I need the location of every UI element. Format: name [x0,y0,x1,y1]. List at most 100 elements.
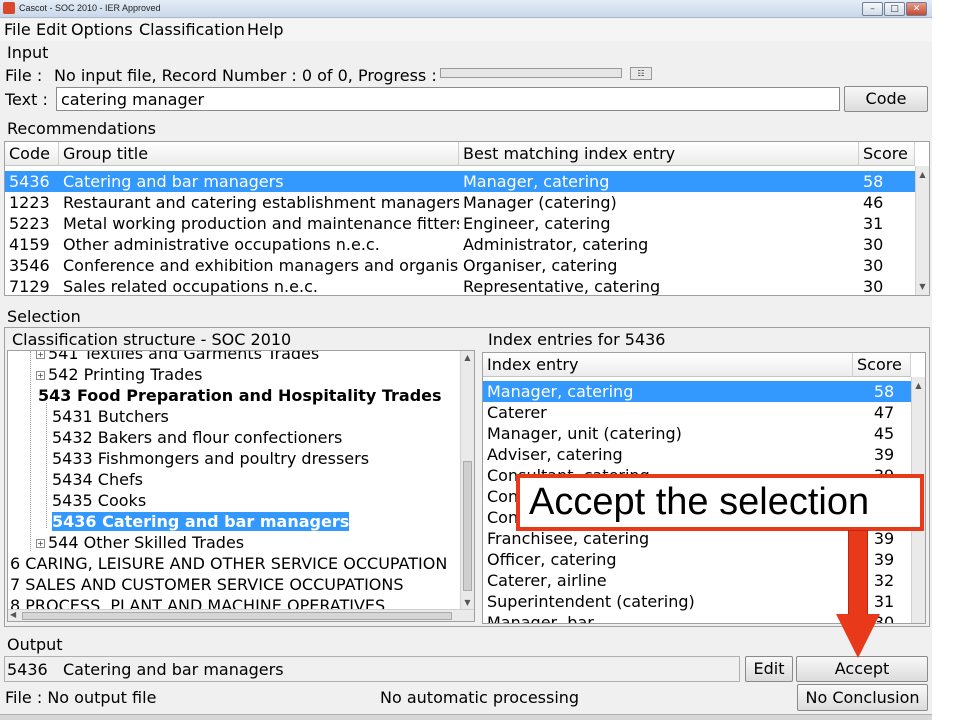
progress-bar [440,68,622,78]
recommendations-header: Code Group title Best matching index ent… [5,142,915,166]
list-item[interactable]: Officer, catering 39 [483,549,911,570]
scroll-down-icon[interactable]: ▼ [461,598,474,607]
col-best-match[interactable]: Best matching index entry [459,142,859,166]
expand-icon[interactable]: + [36,539,45,548]
tree-node[interactable]: 5431 Butchers [52,406,169,427]
list-item[interactable]: Franchisee, catering 39 [483,528,911,549]
col-index-score[interactable]: Score [853,353,911,377]
output-field: 5436 Catering and bar managers [4,656,740,682]
recommendations-table: Code Group title Best matching index ent… [4,141,930,296]
recommendations-scrollbar[interactable]: ▲ ▼ [915,166,929,295]
row-title: Metal working production and maintenance… [63,214,459,233]
col-group-title[interactable]: Group title [59,142,459,166]
col-code[interactable]: Code [5,142,59,166]
table-row[interactable]: 3546 Conference and exhibition managers a… [5,255,915,276]
window-title: Cascot - SOC 2010 - IER Approved [19,3,161,13]
tree-hscrollbar[interactable]: ◀ [8,609,474,621]
close-button[interactable]: ✕ [906,2,927,16]
row-title: Restaurant and catering establishment ma… [63,193,459,212]
tree-node-label: 544 Other Skilled Trades [48,533,245,552]
tree-node-label: 5431 Butchers [52,407,169,426]
menu-options[interactable]: Options [71,20,133,39]
list-item[interactable]: Caterer, airline 32 [483,570,911,591]
tree-connector [46,403,47,528]
tree-hscroll-thumb[interactable] [22,612,452,620]
table-row[interactable]: 4159 Other administrative occupations n.e… [5,234,915,255]
minimize-button[interactable]: – [862,2,883,16]
index-entry: Superintendent (catering) [487,592,695,611]
tree-node[interactable]: +544 Other Skilled Trades [36,532,244,553]
output-title: Catering and bar managers [63,660,284,679]
list-item[interactable]: Manager, unit (catering) 45 [483,423,911,444]
code-button[interactable]: Code [844,86,928,112]
scroll-down-icon[interactable]: ▼ [916,282,929,291]
tree-node[interactable]: +542 Printing Trades [36,364,202,385]
tree-connector [30,351,31,551]
tree-vscrollbar[interactable]: ▲ ▼ [460,351,474,609]
index-score: 58 [873,382,895,401]
maximize-button[interactable]: □ [884,2,905,16]
menu-file[interactable]: File [4,20,31,39]
expand-icon[interactable]: + [36,351,45,359]
menu-bar: File Edit Options Classification Help [0,19,932,41]
tree-node[interactable]: +541 Textiles and Garments Trades [36,351,319,364]
col-index-entry[interactable]: Index entry [483,353,853,377]
app-window: Cascot - SOC 2010 - IER Approved – □ ✕ F… [0,0,932,720]
edit-button[interactable]: Edit [745,656,793,682]
list-item[interactable]: Superintendent (catering) 31 [483,591,911,612]
index-entry: Adviser, catering [487,445,623,464]
table-row[interactable]: 5436 Catering and bar managers Manager, ca… [5,171,915,192]
input-file-status: No input file, Record Number : 0 of 0, P… [54,66,437,85]
accept-button[interactable]: Accept [796,656,928,682]
table-row[interactable]: 7129 Sales related occupations n.e.c. Repr… [5,276,915,296]
table-row[interactable]: 1223 Restaurant and catering establishmen… [5,192,915,213]
tree-node-label: 5436 Catering and bar managers [52,512,350,531]
progress-options-button[interactable]: ☷ [630,67,652,80]
index-header: Index entry Score [483,353,911,377]
output-code: 5436 [7,660,48,679]
row-entry: Organiser, catering [463,256,618,275]
index-entry: Manager, catering [487,382,634,401]
row-entry: Manager, catering [463,172,610,191]
list-item[interactable]: Caterer 47 [483,402,911,423]
tree-scroll-thumb[interactable] [463,461,472,591]
processing-status: No automatic processing [380,688,580,707]
col-score[interactable]: Score [859,142,915,166]
index-entry: Officer, catering [487,550,617,569]
index-entries-title: Index entries for 5436 [488,330,666,349]
menu-classification[interactable]: Classification [139,20,245,39]
list-item[interactable]: Manager, catering 58 [483,381,911,402]
list-item[interactable]: Adviser, catering 39 [483,444,911,465]
row-entry: Manager (catering) [463,193,617,212]
tree-node[interactable]: 5435 Cooks [52,490,146,511]
row-entry: Engineer, catering [463,214,611,233]
row-code: 5223 [9,214,50,233]
menu-help[interactable]: Help [247,20,283,39]
tree-node-label: 543 Food Preparation and Hospitality Tra… [38,386,442,405]
tree-node[interactable]: 5434 Chefs [52,469,143,490]
table-row[interactable]: 5223 Metal working production and mainten… [5,213,915,234]
tree-node[interactable]: 5433 Fishmongers and poultry dressers [52,448,369,469]
selection-section-label: Selection [7,307,81,326]
row-score: 30 [863,256,884,275]
expand-icon[interactable]: + [36,371,45,380]
index-entry: Caterer [487,403,547,422]
tree-node[interactable]: 5432 Bakers and flour confectioners [52,427,342,448]
scroll-up-icon[interactable]: ▲ [461,353,474,362]
tree-node[interactable]: 543 Food Preparation and Hospitality Tra… [38,385,442,406]
tree-node[interactable]: 5436 Catering and bar managers [52,511,350,532]
index-entry: Manager, unit (catering) [487,424,682,443]
scroll-up-icon[interactable]: ▲ [916,170,929,179]
tree-node-label: 5435 Cooks [52,491,147,510]
scroll-up-icon[interactable]: ▲ [912,381,925,390]
tree-node[interactable]: 6 CARING, LEISURE AND OTHER SERVICE OCCU… [10,553,447,574]
no-conclusion-button[interactable]: No Conclusion [797,684,928,711]
tree-node-label: 7 SALES AND CUSTOMER SERVICE OCCUPATIONS [10,575,404,594]
row-title: Sales related occupations n.e.c. [63,277,318,296]
menu-edit[interactable]: Edit [36,20,67,39]
tree-node[interactable]: 7 SALES AND CUSTOMER SERVICE OCCUPATIONS [10,574,404,595]
tree-node-label: 5432 Bakers and flour confectioners [52,428,343,447]
text-input[interactable]: catering manager [56,87,840,111]
row-score: 46 [863,193,884,212]
scroll-left-icon[interactable]: ◀ [10,610,16,619]
